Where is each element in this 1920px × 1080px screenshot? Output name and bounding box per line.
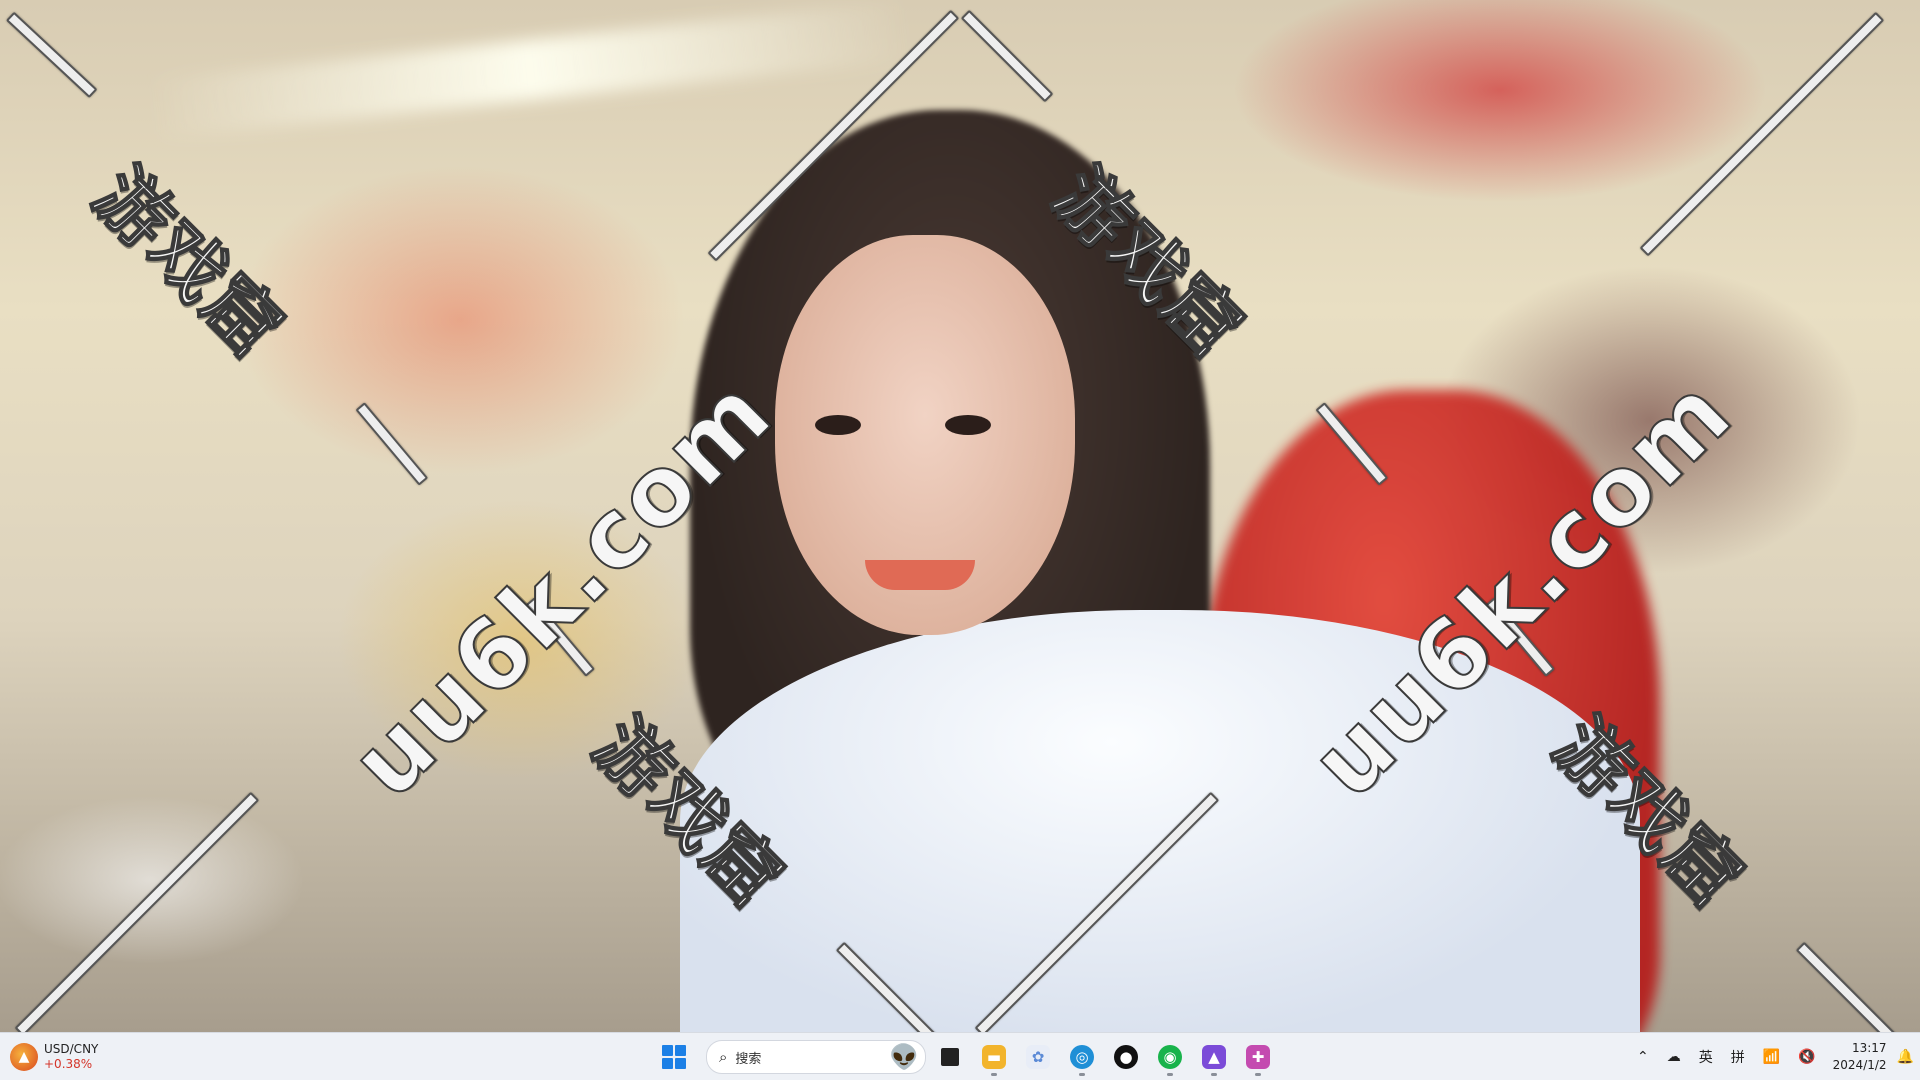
qq-icon: ● xyxy=(1114,1045,1138,1069)
wechat-icon: ◉ xyxy=(1158,1045,1182,1069)
taskbar-app-taskview[interactable] xyxy=(930,1037,970,1077)
right-eye xyxy=(945,415,991,435)
taskbar-center: ⌕ 搜索 👽 ▬ ✿ ◎ ● ◉ ▲ ✚ xyxy=(656,1037,1278,1077)
taskbar: ▲ USD/CNY +0.38% ⌕ 搜索 👽 ▬ ✿ ◎ ● ◉ ▲ ✚ ⌃ … xyxy=(0,1032,1920,1080)
windows-logo-icon xyxy=(662,1045,673,1056)
start-button[interactable] xyxy=(656,1039,692,1075)
search-box[interactable]: ⌕ 搜索 👽 xyxy=(706,1040,926,1074)
system-tray: ⌃ ☁ 英 拼 📶 🔇 13:17 2024/1/2 🔔 xyxy=(1628,1033,1914,1080)
white-shirt xyxy=(680,610,1640,1032)
file-explorer-icon: ▬ xyxy=(982,1045,1006,1069)
wifi-icon[interactable]: 📶 xyxy=(1763,1049,1780,1065)
cloud-offline-icon[interactable]: ☁ xyxy=(1667,1049,1681,1065)
ime-mode[interactable]: 拼 xyxy=(1731,1047,1745,1067)
taskbar-app-explorer[interactable]: ▬ xyxy=(974,1037,1014,1077)
left-eye xyxy=(815,415,861,435)
clock[interactable]: 13:17 2024/1/2 xyxy=(1833,1040,1887,1074)
puzzle-app-icon: ✚ xyxy=(1246,1045,1270,1069)
shelf-light xyxy=(148,0,912,140)
clock-date: 2024/1/2 xyxy=(1832,1057,1887,1072)
chevron-up-icon[interactable]: ⌃ xyxy=(1637,1049,1649,1065)
widget-change: +0.38% xyxy=(44,1057,93,1071)
taskbar-app-puzzle[interactable]: ✚ xyxy=(1238,1037,1278,1077)
search-placeholder: 搜索 xyxy=(735,1051,762,1067)
browser-app-icon: ✿ xyxy=(1026,1045,1050,1069)
notification-bell-icon[interactable]: 🔔 xyxy=(1897,1049,1914,1065)
stock-widget-icon: ▲ xyxy=(10,1043,38,1071)
stock-widget[interactable]: ▲ USD/CNY +0.38% xyxy=(10,1039,120,1075)
taskbar-app-browser[interactable]: ✿ xyxy=(1018,1037,1058,1077)
taskbar-app-edge[interactable]: ◎ xyxy=(1062,1037,1102,1077)
task-view-icon xyxy=(941,1048,959,1066)
ime-language[interactable]: 英 xyxy=(1699,1047,1713,1067)
widget-pair: USD/CNY xyxy=(44,1042,99,1056)
taskbar-app-wechat[interactable]: ◉ xyxy=(1150,1037,1190,1077)
search-icon: ⌕ xyxy=(719,1048,728,1066)
lips xyxy=(865,560,975,590)
edge-browser-icon: ◎ xyxy=(1070,1045,1094,1069)
volume-muted-icon[interactable]: 🔇 xyxy=(1798,1049,1815,1065)
search-highlight-icon: 👽 xyxy=(889,1043,919,1071)
desktop-wallpaper xyxy=(0,0,1920,1032)
taskbar-app-photos[interactable]: ▲ xyxy=(1194,1037,1234,1077)
photos-app-icon: ▲ xyxy=(1202,1045,1226,1069)
clock-time: 13:17 xyxy=(1851,1040,1887,1055)
taskbar-app-qq[interactable]: ● xyxy=(1106,1037,1146,1077)
